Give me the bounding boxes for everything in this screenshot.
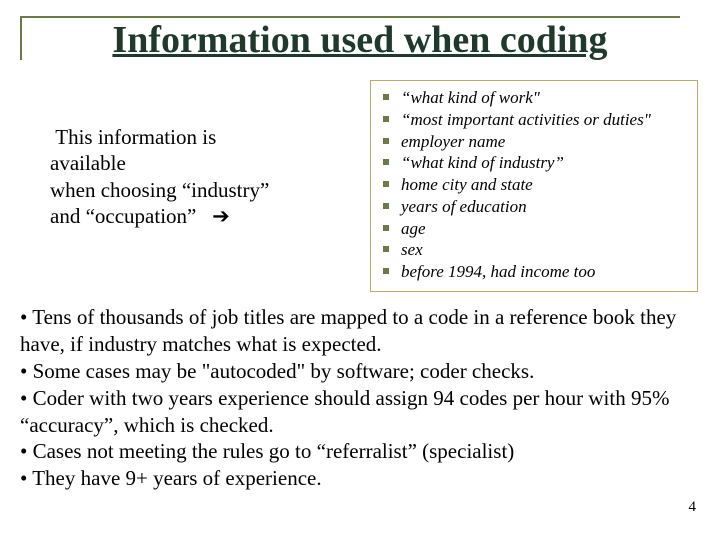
body-bullet: • Coder with two years experience should… bbox=[20, 385, 704, 439]
list-item-label: sex bbox=[401, 239, 423, 261]
list-item: age bbox=[381, 218, 689, 240]
bullet-square-icon bbox=[383, 116, 389, 122]
left-line-1: This information is bbox=[50, 124, 350, 150]
list-item: years of education bbox=[381, 196, 689, 218]
bullet-square-icon bbox=[383, 203, 389, 209]
list-item: before 1994, had income too bbox=[381, 261, 689, 283]
bullet-square-icon bbox=[383, 268, 389, 274]
list-item: employer name bbox=[381, 131, 689, 153]
left-description: This information is available when choos… bbox=[50, 124, 350, 230]
body-text: • Tens of thousands of job titles are ma… bbox=[20, 304, 704, 492]
bullet-square-icon bbox=[383, 138, 389, 144]
list-item-label: before 1994, had income too bbox=[401, 261, 595, 283]
body-bullet: • Cases not meeting the rules go to “ref… bbox=[20, 438, 704, 465]
list-item-label: home city and state bbox=[401, 174, 533, 196]
list-item-label: “most important activities or duties" bbox=[401, 109, 651, 131]
bullet-square-icon bbox=[383, 181, 389, 187]
bullet-square-icon bbox=[383, 225, 389, 231]
list-item-label: years of education bbox=[401, 196, 527, 218]
list-item: “most important activities or duties" bbox=[381, 109, 689, 131]
list-item: “what kind of work" bbox=[381, 87, 689, 109]
info-list: “what kind of work" “most important acti… bbox=[381, 87, 689, 283]
list-item-label: employer name bbox=[401, 131, 505, 153]
body-bullet: • They have 9+ years of experience. bbox=[20, 465, 704, 492]
list-item-label: age bbox=[401, 218, 426, 240]
body-bullet: • Some cases may be "autocoded" by softw… bbox=[20, 358, 704, 385]
body-bullet: • Tens of thousands of job titles are ma… bbox=[20, 304, 704, 358]
info-list-box: “what kind of work" “most important acti… bbox=[370, 80, 698, 292]
bullet-square-icon bbox=[383, 94, 389, 100]
arrow-right-icon: ➔ bbox=[212, 205, 230, 228]
page-number: 4 bbox=[689, 499, 697, 516]
bullet-square-icon bbox=[383, 246, 389, 252]
left-line-3: when choosing “industry” bbox=[50, 177, 350, 203]
page-title: Information used when coding bbox=[0, 18, 720, 62]
list-item: sex bbox=[381, 239, 689, 261]
list-item-label: “what kind of industry” bbox=[401, 152, 564, 174]
list-item: home city and state bbox=[381, 174, 689, 196]
list-item: “what kind of industry” bbox=[381, 152, 689, 174]
bullet-square-icon bbox=[383, 159, 389, 165]
left-line-2: available bbox=[50, 150, 350, 176]
left-line-4: and “occupation” ➔ bbox=[50, 203, 350, 230]
list-item-label: “what kind of work" bbox=[401, 87, 540, 109]
